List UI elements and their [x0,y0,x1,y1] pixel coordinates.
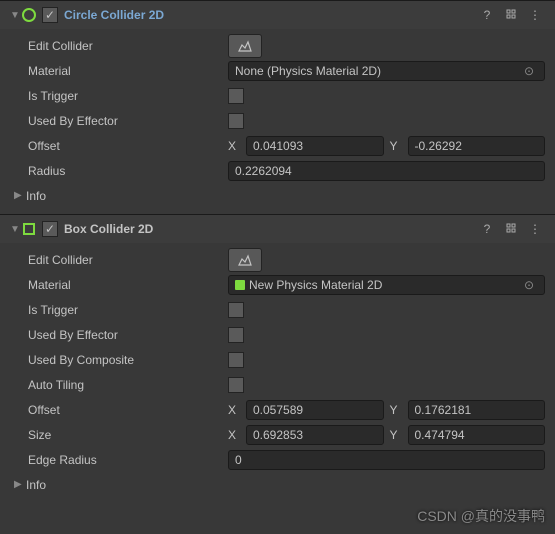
edit-collider-label: Edit Collider [28,253,228,267]
offset-y-input[interactable] [408,400,546,420]
used-by-composite-label: Used By Composite [28,353,228,367]
box-collider-component: ▼ Box Collider 2D ? ⋮ Edit Collider Mate… [0,214,555,503]
object-picker-icon[interactable]: ⊙ [520,278,538,292]
is-trigger-label: Is Trigger [28,303,228,317]
preset-icon[interactable] [501,5,521,25]
material-label: Material [28,278,228,292]
component-header[interactable]: ▼ Box Collider 2D ? ⋮ [0,215,555,243]
material-value: New Physics Material 2D [249,278,520,292]
material-field[interactable]: None (Physics Material 2D) ⊙ [228,61,545,81]
size-label: Size [28,428,228,442]
x-label: X [228,139,240,153]
info-label: Info [26,189,226,203]
y-label: Y [390,428,402,442]
y-label: Y [390,403,402,417]
circle-collider-icon [20,6,38,24]
component-body: Edit Collider Material New Physics Mater… [0,243,555,503]
used-by-effector-label: Used By Effector [28,328,228,342]
menu-icon[interactable]: ⋮ [525,219,545,239]
edit-collider-button[interactable] [228,34,262,58]
used-by-composite-checkbox[interactable] [228,352,244,368]
offset-label: Offset [28,139,228,153]
enable-checkbox[interactable] [42,7,58,23]
edit-collider-button[interactable] [228,248,262,272]
x-label: X [228,403,240,417]
help-icon[interactable]: ? [477,219,497,239]
menu-icon[interactable]: ⋮ [525,5,545,25]
radius-label: Radius [28,164,228,178]
watermark-text: CSDN @真的没事鸭 [417,506,545,526]
info-foldout-icon[interactable]: ▶ [14,479,26,490]
enable-checkbox[interactable] [42,221,58,237]
is-trigger-checkbox[interactable] [228,88,244,104]
component-title: Box Collider 2D [64,222,473,236]
edge-radius-label: Edge Radius [28,453,228,467]
foldout-icon[interactable]: ▼ [10,224,20,235]
foldout-icon[interactable]: ▼ [10,10,20,21]
used-by-effector-checkbox[interactable] [228,113,244,129]
component-header[interactable]: ▼ Circle Collider 2D ? ⋮ [0,1,555,29]
offset-y-input[interactable] [408,136,546,156]
material-field[interactable]: New Physics Material 2D ⊙ [228,275,545,295]
component-title: Circle Collider 2D [64,8,473,22]
is-trigger-label: Is Trigger [28,89,228,103]
info-label: Info [26,478,226,492]
component-body: Edit Collider Material None (Physics Mat… [0,29,555,214]
x-label: X [228,428,240,442]
help-icon[interactable]: ? [477,5,497,25]
offset-x-input[interactable] [246,400,384,420]
used-by-effector-label: Used By Effector [28,114,228,128]
used-by-effector-checkbox[interactable] [228,327,244,343]
object-picker-icon[interactable]: ⊙ [520,64,538,78]
size-x-input[interactable] [246,425,384,445]
info-foldout-icon[interactable]: ▶ [14,190,26,201]
offset-x-input[interactable] [246,136,384,156]
asset-icon [235,280,245,290]
edge-radius-input[interactable] [228,450,545,470]
auto-tiling-checkbox[interactable] [228,377,244,393]
size-y-input[interactable] [408,425,546,445]
circle-collider-component: ▼ Circle Collider 2D ? ⋮ Edit Collider M… [0,0,555,214]
is-trigger-checkbox[interactable] [228,302,244,318]
auto-tiling-label: Auto Tiling [28,378,228,392]
material-label: Material [28,64,228,78]
offset-label: Offset [28,403,228,417]
preset-icon[interactable] [501,219,521,239]
y-label: Y [390,139,402,153]
material-value: None (Physics Material 2D) [235,64,520,78]
box-collider-icon [20,220,38,238]
radius-input[interactable] [228,161,545,181]
edit-collider-label: Edit Collider [28,39,228,53]
